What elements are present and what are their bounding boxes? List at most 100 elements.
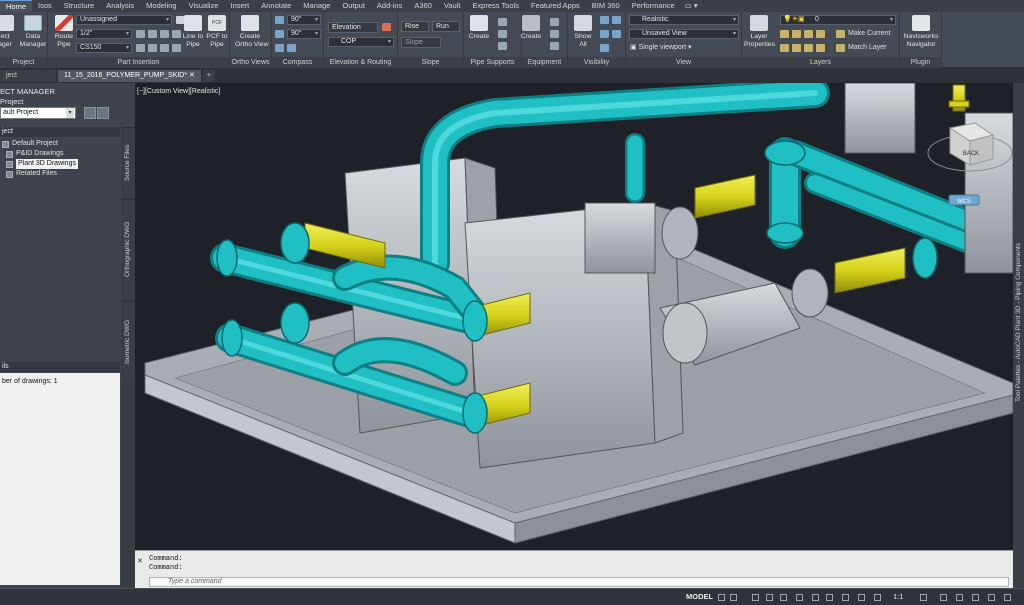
navisworks-navigator-button[interactable]: Navisworks Navigator bbox=[902, 14, 940, 56]
ortho-icon[interactable] bbox=[752, 594, 759, 601]
tab-add-ins[interactable]: Add-ins bbox=[371, 0, 408, 12]
isolate-icon[interactable] bbox=[600, 16, 609, 24]
tab-manage[interactable]: Manage bbox=[297, 0, 336, 12]
create-pipe-support-button[interactable]: Create bbox=[464, 14, 494, 56]
compass-toggle-icon[interactable] bbox=[275, 16, 284, 24]
snap-toggle-icon[interactable] bbox=[275, 30, 284, 38]
close-icon[interactable]: ✕ bbox=[189, 72, 195, 79]
hardware-acceleration-icon[interactable] bbox=[972, 594, 979, 601]
tab-isos[interactable]: Isos bbox=[32, 0, 58, 12]
match-layer-button[interactable]: Match Layer bbox=[848, 43, 887, 52]
drawing-viewport[interactable]: [−][Custom View][Realistic] BACK WCS bbox=[135, 83, 1013, 550]
close-icon[interactable]: ✕ bbox=[137, 557, 143, 565]
tab-a360[interactable]: A360 bbox=[408, 0, 438, 12]
compass-settings-icon[interactable] bbox=[275, 44, 284, 52]
tab-analysis[interactable]: Analysis bbox=[100, 0, 140, 12]
snap-icon[interactable] bbox=[730, 594, 737, 601]
reducer-tool-icon[interactable] bbox=[148, 30, 157, 38]
model-space-toggle[interactable]: MODEL bbox=[686, 592, 713, 601]
project-dropdown[interactable]: ault Project bbox=[0, 107, 76, 119]
support-tool-3-icon[interactable] bbox=[498, 42, 507, 50]
tab-featured-apps[interactable]: Featured Apps bbox=[525, 0, 586, 12]
tree-item-related-files[interactable]: Related Files bbox=[0, 169, 120, 179]
object-snap-icon[interactable] bbox=[796, 594, 803, 601]
viewcube-face[interactable]: BACK bbox=[963, 151, 979, 157]
tee-tool-icon[interactable] bbox=[136, 30, 145, 38]
route-pipe-button[interactable]: Route Pipe bbox=[49, 14, 79, 56]
isolate-objects-icon[interactable] bbox=[956, 594, 963, 601]
layer-tool-7-icon[interactable] bbox=[804, 44, 813, 52]
lineweight-icon[interactable] bbox=[826, 594, 833, 601]
compass-angle-2[interactable]: 90° bbox=[287, 29, 321, 39]
tree-item-plant-3d-drawings[interactable]: Plant 3D Drawings bbox=[0, 159, 120, 169]
elevation-field[interactable]: Elevation bbox=[328, 22, 378, 33]
annotation-scale[interactable]: 1:1 bbox=[893, 592, 903, 601]
tab-home[interactable]: Home bbox=[0, 0, 33, 12]
unhide-icon[interactable] bbox=[612, 30, 621, 38]
command-input[interactable]: Type a command bbox=[149, 577, 1009, 587]
grid-icon[interactable] bbox=[718, 594, 725, 601]
tab-isometric-dwg[interactable]: Isometric DWG bbox=[121, 301, 135, 381]
elevation-pick-icon[interactable] bbox=[382, 23, 391, 31]
equipment-tool-3-icon[interactable] bbox=[550, 42, 559, 50]
visual-style-dropdown[interactable]: Realistic bbox=[629, 15, 739, 25]
tab-modeling[interactable]: Modeling bbox=[140, 0, 182, 12]
named-view-dropdown[interactable]: Unsaved View bbox=[629, 29, 739, 39]
compass-angle-1[interactable]: 90° bbox=[287, 15, 321, 25]
rise-field[interactable]: Rise bbox=[401, 21, 429, 32]
add-icon[interactable] bbox=[940, 594, 947, 601]
tab-annotate[interactable]: Annotate bbox=[255, 0, 297, 12]
create-ortho-view-button[interactable]: Create Ortho View bbox=[235, 14, 269, 56]
object-snap-tracking-icon[interactable] bbox=[812, 594, 819, 601]
layer-tool-6-icon[interactable] bbox=[792, 44, 801, 52]
layer-tool-3-icon[interactable] bbox=[804, 30, 813, 38]
viewport-controls[interactable]: [−][Custom View][Realistic] bbox=[137, 88, 220, 95]
equipment-tool-1-icon[interactable] bbox=[550, 18, 559, 26]
service-dropdown[interactable]: Unassigned bbox=[76, 15, 172, 25]
tab-express-tools[interactable]: Express Tools bbox=[466, 0, 525, 12]
tree-item-pid-drawings[interactable]: P&ID Drawings bbox=[0, 149, 120, 159]
layer-tool-4-icon[interactable] bbox=[816, 30, 825, 38]
slope-field[interactable]: Slope bbox=[401, 37, 441, 48]
file-tab-start[interactable]: ject bbox=[0, 70, 56, 82]
layer-properties-button[interactable]: Layer Properties bbox=[744, 14, 775, 56]
wcs-badge[interactable]: WCS bbox=[948, 194, 980, 206]
isodraft-icon[interactable] bbox=[780, 594, 787, 601]
annotation-scale-icon[interactable] bbox=[874, 594, 881, 601]
project-setup-icon[interactable] bbox=[84, 107, 96, 119]
tab-vault[interactable]: Vault bbox=[438, 0, 467, 12]
layer-tool-2-icon[interactable] bbox=[792, 30, 801, 38]
equipment-tool-2-icon[interactable] bbox=[550, 30, 559, 38]
new-tab-button[interactable]: + bbox=[202, 70, 215, 82]
tab-performance[interactable]: Performance bbox=[626, 0, 681, 12]
customization-icon[interactable] bbox=[1004, 594, 1011, 601]
clean-screen-icon[interactable] bbox=[988, 594, 995, 601]
spec-dropdown[interactable]: CS150 bbox=[76, 43, 132, 53]
create-equipment-button[interactable]: Create bbox=[516, 14, 546, 56]
bolt-tool-icon[interactable] bbox=[160, 44, 169, 52]
tool-palette-strip[interactable]: Tool Palettes - AutoCAD Plant 3D - Pipin… bbox=[1013, 83, 1024, 588]
support-tool-2-icon[interactable] bbox=[498, 30, 507, 38]
tab-visualize[interactable]: Visualize bbox=[183, 0, 225, 12]
project-refresh-icon[interactable] bbox=[97, 107, 109, 119]
tree-item-default-project[interactable]: Default Project bbox=[0, 139, 120, 149]
gasket-tool-icon[interactable] bbox=[148, 44, 157, 52]
workspace-icon[interactable] bbox=[858, 594, 865, 601]
cop-dropdown[interactable]: COP bbox=[328, 37, 394, 47]
support-tool-1-icon[interactable] bbox=[498, 18, 507, 26]
file-tab-polymer-pump-skid[interactable]: 11_15_2016_POLYMER_PUMP_SKID* ✕ bbox=[58, 70, 201, 82]
tab-orthographic-dwg[interactable]: Orthographic DWG bbox=[121, 199, 135, 299]
ribbon-toggle-icon[interactable]: ▭ ▾ bbox=[681, 0, 702, 12]
locate-icon[interactable] bbox=[600, 30, 609, 38]
cap-tool-icon[interactable] bbox=[136, 44, 145, 52]
layer-tool-5-icon[interactable] bbox=[780, 44, 789, 52]
data-manager-button[interactable]: Data Manager bbox=[18, 14, 48, 56]
show-all-button[interactable]: Show All bbox=[568, 14, 598, 56]
size-dropdown[interactable]: 1/2" bbox=[76, 29, 132, 39]
hide-icon[interactable] bbox=[612, 16, 621, 24]
layer-tool-1-icon[interactable] bbox=[780, 30, 789, 38]
settings-icon[interactable] bbox=[920, 594, 927, 601]
polar-icon[interactable] bbox=[766, 594, 773, 601]
make-current-button[interactable]: Make Current bbox=[848, 29, 890, 38]
project-manager-button[interactable]: ect ager bbox=[0, 14, 20, 56]
